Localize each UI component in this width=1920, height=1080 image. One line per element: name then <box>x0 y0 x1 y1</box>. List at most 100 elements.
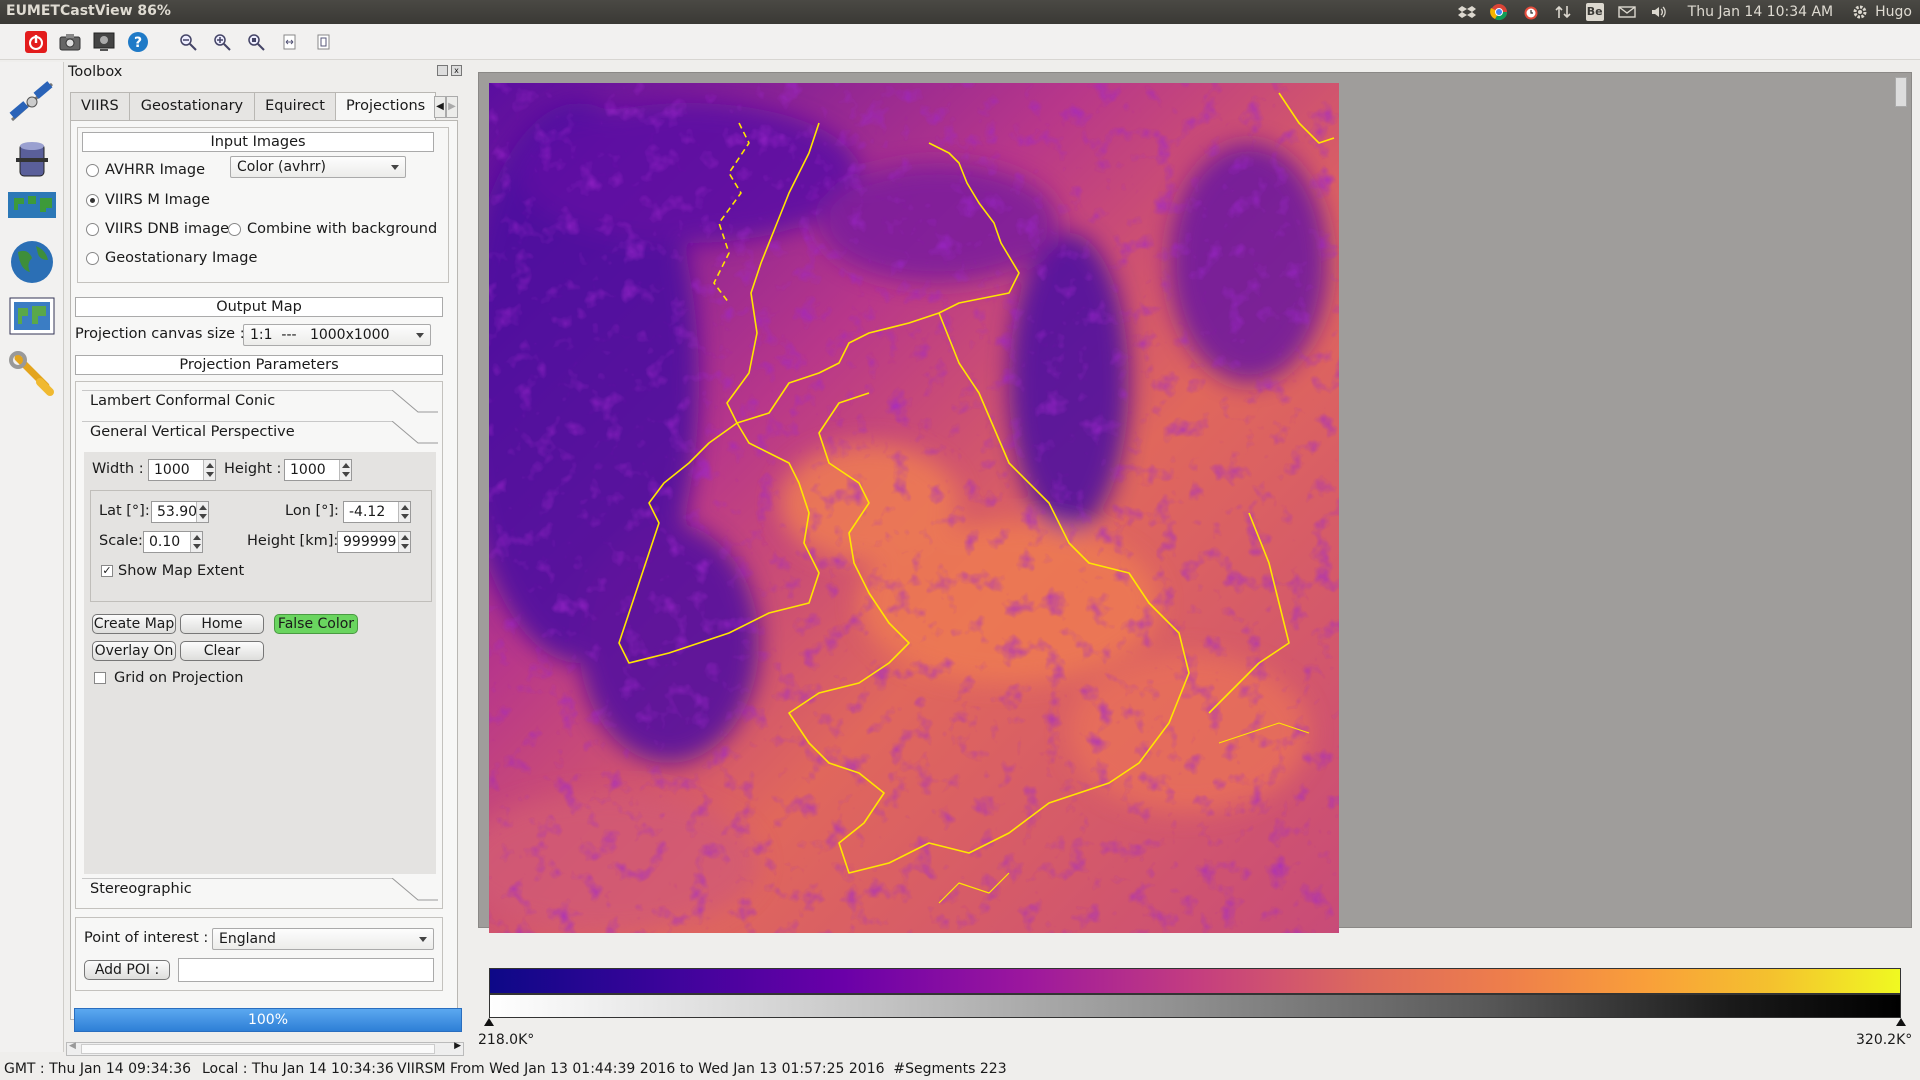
color-combo[interactable]: Color (avhrr) <box>230 156 406 178</box>
checkbox-unchecked-icon[interactable] <box>94 672 106 684</box>
projection-map-icon[interactable] <box>6 290 58 342</box>
output-map-title: Output Map <box>75 297 443 317</box>
float-panel-button[interactable] <box>437 65 448 76</box>
color-scale-bar <box>484 968 1906 1026</box>
network-transfer-icon[interactable] <box>1554 3 1572 21</box>
screenshot-button[interactable] <box>56 28 84 56</box>
fit-page-button[interactable] <box>310 28 338 56</box>
clock-datetime[interactable]: Thu Jan 14 10:34 AM <box>1688 4 1834 20</box>
monitor-icon <box>93 32 115 51</box>
scroll-right-icon[interactable]: ▶ <box>454 1041 461 1051</box>
equirectangular-map-icon[interactable] <box>6 180 58 232</box>
create-map-button[interactable]: Create Map <box>92 614 176 634</box>
dropbox-icon[interactable] <box>1457 3 1476 21</box>
max-handle-icon[interactable] <box>1896 1018 1906 1026</box>
zoom-in-button[interactable] <box>208 28 236 56</box>
volume-icon[interactable] <box>1650 3 1668 21</box>
width-label: Width : <box>92 461 144 477</box>
tab-viirs[interactable]: VIIRS <box>70 92 130 120</box>
toolbox-title: Toolbox <box>68 64 123 80</box>
radio-button[interactable] <box>86 251 99 265</box>
horizontal-scrollbar[interactable]: ◀ ▶ <box>66 1041 464 1056</box>
tab-geostationary[interactable]: Geostationary <box>128 92 256 120</box>
power-icon <box>25 30 47 53</box>
radio-label: VIIRS M Image <box>105 192 210 208</box>
height-km-spinbox[interactable]: 999999 <box>337 531 411 553</box>
tab-scroll-left-button[interactable]: ◀ <box>434 96 446 118</box>
add-poi-button[interactable]: Add POI : <box>84 960 170 980</box>
chevron-down-icon <box>419 937 427 942</box>
radio-button[interactable] <box>86 163 99 177</box>
min-handle-icon[interactable] <box>484 1018 494 1026</box>
clear-button[interactable]: Clear <box>180 641 264 661</box>
settings-wrench-icon[interactable] <box>6 348 58 400</box>
input-images-group: Input Images AVHRR Image Color (avhrr) V… <box>77 127 449 283</box>
user-name[interactable]: Hugo <box>1875 4 1912 20</box>
power-button[interactable] <box>22 28 50 56</box>
radio-viirs-m-image[interactable]: VIIRS M Image <box>86 192 210 208</box>
radio-combine-background[interactable]: Combine with background <box>228 221 437 237</box>
overlay-on-button[interactable]: Overlay On <box>92 641 176 661</box>
radio-avhrr-image[interactable]: AVHRR Image <box>86 162 205 178</box>
tab-equirect[interactable]: Equirect <box>254 92 336 120</box>
lat-spinbox[interactable]: 53.90 <box>151 501 209 523</box>
scale-spinbox[interactable]: 0.10 <box>143 531 203 553</box>
be-badge-icon[interactable]: Be <box>1585 3 1604 21</box>
false-color-button[interactable]: False Color <box>274 614 358 634</box>
lon-spinbox[interactable]: -4.12 <box>343 501 411 523</box>
home-button[interactable]: Home <box>180 614 264 634</box>
fit-width-button[interactable] <box>276 28 304 56</box>
height-km-value: 999999 <box>343 534 397 550</box>
mail-icon[interactable] <box>1617 3 1636 21</box>
chrome-icon[interactable] <box>1489 3 1508 21</box>
poi-combo[interactable]: England <box>212 928 434 950</box>
height-spinbox[interactable]: 1000 <box>284 459 352 481</box>
map-viewport[interactable] <box>478 72 1912 933</box>
radio-button[interactable] <box>228 222 241 236</box>
width-spinbox[interactable]: 1000 <box>148 459 216 481</box>
geostationary-satellite-icon[interactable] <box>6 134 58 186</box>
progress-text: 100% <box>247 1012 289 1028</box>
spin-arrows-icon[interactable] <box>398 502 410 522</box>
canvas-size-combo[interactable]: 1:1 --- 1000x1000 <box>243 324 431 346</box>
vertical-scrollbar[interactable] <box>1895 77 1907 107</box>
zoom-fit-button[interactable] <box>242 28 270 56</box>
scrollbar-thumb[interactable] <box>81 1044 435 1054</box>
false-color-gradient <box>489 968 1901 994</box>
grayscale-gradient <box>489 994 1901 1018</box>
help-button[interactable]: ? <box>124 28 152 56</box>
zoom-in-icon <box>214 33 231 51</box>
accordion-stereographic[interactable]: Stereographic <box>82 878 438 902</box>
spin-arrows-icon[interactable] <box>196 502 208 522</box>
color-combo-value: Color (avhrr) <box>237 159 326 175</box>
accordion-general-vertical-perspective[interactable]: General Vertical Perspective <box>82 421 438 445</box>
close-panel-button[interactable]: x <box>451 65 462 76</box>
alarm-clock-icon[interactable] <box>1522 3 1540 21</box>
tab-projections[interactable]: Projections <box>334 92 437 121</box>
grid-on-projection-checkbox[interactable]: Grid on Projection <box>94 670 243 686</box>
tab-scroll-right-button[interactable]: ▶ <box>446 96 458 118</box>
radio-viirs-dnb-image[interactable]: VIIRS DNB image <box>86 221 229 237</box>
spin-arrows-icon[interactable] <box>203 460 215 480</box>
settings-gear-icon[interactable] <box>1851 3 1869 21</box>
scroll-left-icon[interactable]: ◀ <box>69 1041 76 1051</box>
projection-map-image[interactable] <box>489 83 1339 933</box>
toolbox-tabs: VIIRS Geostationary Equirect Projections <box>70 92 437 121</box>
spin-arrows-icon[interactable] <box>398 532 410 552</box>
checkbox-checked-icon[interactable]: ✓ <box>101 565 113 577</box>
show-map-extent-checkbox[interactable]: ✓ Show Map Extent <box>101 563 244 579</box>
globe-icon[interactable] <box>6 236 58 288</box>
spin-arrows-icon[interactable] <box>339 460 351 480</box>
scale-label: Scale: <box>99 533 143 549</box>
satellite-icon[interactable] <box>6 76 58 128</box>
radio-geostationary-image[interactable]: Geostationary Image <box>86 250 257 266</box>
radio-button[interactable] <box>86 193 99 207</box>
spin-arrows-icon[interactable] <box>190 532 202 552</box>
add-poi-input[interactable] <box>178 958 434 982</box>
status-info: VIIRSM From Wed Jan 13 01:44:39 2016 to … <box>397 1061 1007 1077</box>
colorbar-max-label: 320.2K° <box>1856 1032 1913 1048</box>
zoom-out-button[interactable] <box>174 28 202 56</box>
accordion-lambert-conformal-conic[interactable]: Lambert Conformal Conic <box>82 390 438 414</box>
overlay-button[interactable] <box>90 28 118 56</box>
radio-button[interactable] <box>86 222 99 236</box>
